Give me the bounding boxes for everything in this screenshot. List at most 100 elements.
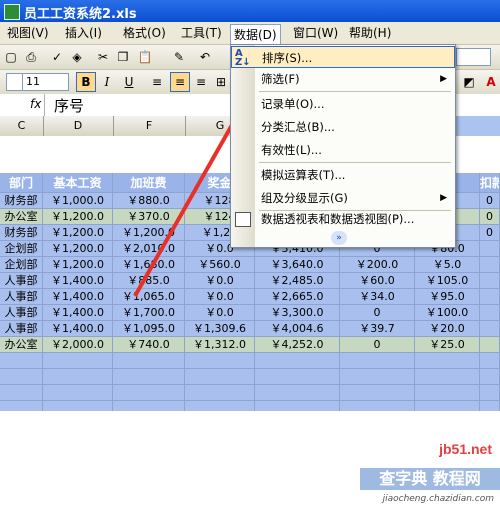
table-cell[interactable] xyxy=(113,385,185,401)
table-cell[interactable] xyxy=(480,385,500,401)
undo-icon[interactable]: ↶ xyxy=(196,48,214,66)
table-cell[interactable]: ￥39.7 xyxy=(340,321,415,337)
table-cell[interactable]: ￥370.0 xyxy=(113,209,185,225)
align-left-icon[interactable]: ≡ xyxy=(148,73,166,91)
table-cell[interactable] xyxy=(415,353,480,369)
table-cell[interactable] xyxy=(480,289,500,305)
menu-item-filter[interactable]: 筛选(F) ▶ xyxy=(231,68,455,90)
table-cell[interactable]: 0 xyxy=(480,209,500,225)
table-cell[interactable]: ￥105.0 xyxy=(415,273,480,289)
expand-menu-icon[interactable]: » xyxy=(331,231,347,245)
table-cell[interactable] xyxy=(480,257,500,273)
table-cell[interactable]: 0 xyxy=(480,193,500,209)
table-cell[interactable]: ￥1,312.0 xyxy=(185,337,255,353)
bold-button[interactable]: B xyxy=(76,72,96,92)
table-cell[interactable]: ￥1,309.6 xyxy=(185,321,255,337)
table-cell[interactable]: ￥1,000.0 xyxy=(43,193,113,209)
menu-item-subtotals[interactable]: 分类汇总(B)... xyxy=(231,116,455,138)
table-cell[interactable] xyxy=(0,369,43,385)
header-cell[interactable]: 加班费 xyxy=(113,173,185,193)
table-cell[interactable]: 企划部 xyxy=(0,241,43,257)
table-cell[interactable]: ￥200.0 xyxy=(340,257,415,273)
table-cell[interactable] xyxy=(113,369,185,385)
table-cell[interactable]: ￥880.0 xyxy=(113,193,185,209)
table-cell[interactable]: ￥5.0 xyxy=(415,257,480,273)
col-header[interactable]: D xyxy=(43,116,114,136)
table-cell[interactable]: 财务部 xyxy=(0,193,43,209)
menu-item-sort[interactable]: A Z↓ 排序(S)... xyxy=(231,46,455,68)
table-cell[interactable]: ￥0.0 xyxy=(185,289,255,305)
cut-icon[interactable]: ✂ xyxy=(94,48,112,66)
table-cell[interactable]: 0 xyxy=(340,305,415,321)
format-painter-icon[interactable]: ✎ xyxy=(170,48,188,66)
table-cell[interactable]: ￥1,200.0 xyxy=(43,241,113,257)
table-cell[interactable]: ￥0.0 xyxy=(185,305,255,321)
copy-icon[interactable]: ❐ xyxy=(114,48,132,66)
fill-color-icon[interactable]: ◩ xyxy=(460,73,478,91)
menu-item-pivot-table[interactable]: 数据透视表和数据透视图(P)... xyxy=(231,208,455,230)
font-size-combo[interactable]: 11 xyxy=(22,73,69,91)
menu-help[interactable]: 帮助(H) xyxy=(346,25,394,41)
print-preview-icon[interactable]: ⎙ xyxy=(22,48,40,66)
table-cell[interactable]: 办公室 xyxy=(0,209,43,225)
header-cell[interactable]: 基本工资 xyxy=(43,173,113,193)
table-cell[interactable]: ￥1,400.0 xyxy=(43,321,113,337)
table-cell[interactable]: ￥4,004.6 xyxy=(255,321,340,337)
table-cell[interactable]: 人事部 xyxy=(0,305,43,321)
menu-item-form[interactable]: 记录单(O)... xyxy=(231,93,455,115)
header-cell[interactable]: 扣款 xyxy=(480,173,500,193)
table-cell[interactable]: ￥560.0 xyxy=(185,257,255,273)
menu-window[interactable]: 窗口(W) xyxy=(290,25,341,41)
align-center-icon[interactable]: ≡ xyxy=(170,72,190,92)
table-cell[interactable]: 0 xyxy=(340,337,415,353)
menu-format[interactable]: 格式(O) xyxy=(120,25,169,41)
table-cell[interactable]: ￥1,200.0 xyxy=(113,225,185,241)
table-cell[interactable]: ￥60.0 xyxy=(340,273,415,289)
table-cell[interactable]: 人事部 xyxy=(0,273,43,289)
table-cell[interactable] xyxy=(480,273,500,289)
table-cell[interactable] xyxy=(480,353,500,369)
table-cell[interactable]: 财务部 xyxy=(0,225,43,241)
table-cell[interactable]: 0 xyxy=(480,225,500,241)
table-cell[interactable] xyxy=(43,385,113,401)
underline-button[interactable]: U xyxy=(120,73,138,91)
font-name-combo[interactable] xyxy=(6,73,23,91)
research-icon[interactable]: ◈ xyxy=(68,48,86,66)
table-cell[interactable]: ￥20.0 xyxy=(415,321,480,337)
table-cell[interactable]: ￥1,400.0 xyxy=(43,289,113,305)
fx-icon[interactable]: fx xyxy=(30,97,41,111)
table-cell[interactable] xyxy=(480,241,500,257)
table-cell[interactable]: ￥2,485.0 xyxy=(255,273,340,289)
menu-item-validation[interactable]: 有效性(L)... xyxy=(231,139,455,161)
table-cell[interactable] xyxy=(480,337,500,353)
table-cell[interactable]: ￥34.0 xyxy=(340,289,415,305)
table-cell[interactable]: ￥1,400.0 xyxy=(43,273,113,289)
table-cell[interactable]: ￥1,680.0 xyxy=(113,257,185,273)
menu-tools[interactable]: 工具(T) xyxy=(178,25,225,41)
table-cell[interactable]: ￥3,300.0 xyxy=(255,305,340,321)
italic-button[interactable]: I xyxy=(98,73,116,91)
table-cell[interactable]: 办公室 xyxy=(0,337,43,353)
table-cell[interactable]: ￥1,200.0 xyxy=(43,209,113,225)
table-cell[interactable] xyxy=(185,369,255,385)
table-cell[interactable] xyxy=(480,305,500,321)
menu-item-group-outline[interactable]: 组及分级显示(G) ▶ xyxy=(231,187,455,209)
font-color-icon[interactable]: A xyxy=(482,73,500,91)
table-cell[interactable]: ￥25.0 xyxy=(415,337,480,353)
table-cell[interactable]: ￥1,700.0 xyxy=(113,305,185,321)
table-cell[interactable] xyxy=(480,321,500,337)
table-cell[interactable] xyxy=(480,369,500,385)
table-cell[interactable]: ￥740.0 xyxy=(113,337,185,353)
table-cell[interactable]: ￥885.0 xyxy=(113,273,185,289)
table-cell[interactable] xyxy=(43,369,113,385)
formula-input[interactable]: 序号 xyxy=(54,95,84,116)
col-header[interactable]: C xyxy=(0,116,44,136)
table-cell[interactable] xyxy=(340,385,415,401)
table-cell[interactable]: ￥1,400.0 xyxy=(43,305,113,321)
table-cell[interactable]: 人事部 xyxy=(0,289,43,305)
table-cell[interactable] xyxy=(415,385,480,401)
table-cell[interactable] xyxy=(185,385,255,401)
menu-view[interactable]: 视图(V) xyxy=(4,25,52,41)
zoom-combo[interactable] xyxy=(456,48,491,66)
table-cell[interactable] xyxy=(185,353,255,369)
